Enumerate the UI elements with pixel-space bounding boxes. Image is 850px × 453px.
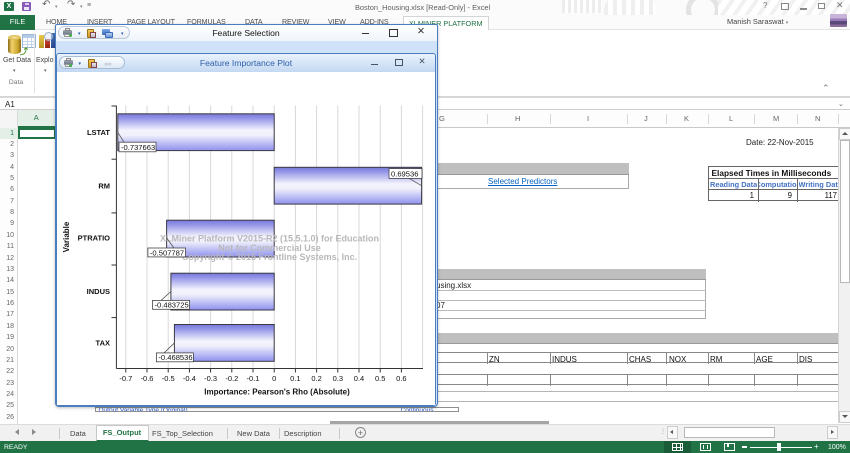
svg-text:0.3: 0.3 bbox=[333, 374, 343, 383]
svg-text:-0.6: -0.6 bbox=[141, 374, 154, 383]
svg-text:-0.737663: -0.737663 bbox=[121, 143, 155, 152]
svg-text:0.6: 0.6 bbox=[396, 374, 406, 383]
svg-text:-0.507787: -0.507787 bbox=[150, 248, 184, 257]
svg-text:-0.5: -0.5 bbox=[162, 374, 175, 383]
svg-text:-0.7: -0.7 bbox=[119, 374, 132, 383]
svg-text:-0.4: -0.4 bbox=[183, 374, 196, 383]
svg-text:-0.483725: -0.483725 bbox=[155, 301, 189, 310]
svg-text:0.69536: 0.69536 bbox=[391, 169, 418, 178]
svg-text:Variable: Variable bbox=[62, 221, 71, 252]
svg-text:-0.468536: -0.468536 bbox=[158, 353, 192, 362]
svg-text:Importance: Pearson's Rho (Abs: Importance: Pearson's Rho (Absolute) bbox=[204, 388, 350, 397]
svg-text:-0.3: -0.3 bbox=[204, 374, 217, 383]
svg-text:RM: RM bbox=[98, 182, 110, 191]
svg-text:Copyright © 2015 Frontline Sys: Copyright © 2015 Frontline Systems, Inc. bbox=[182, 252, 357, 262]
svg-text:-0.1: -0.1 bbox=[247, 374, 260, 383]
svg-text:TAX: TAX bbox=[96, 339, 110, 348]
svg-text:0.4: 0.4 bbox=[354, 374, 364, 383]
svg-text:0.5: 0.5 bbox=[375, 374, 385, 383]
svg-text:-0.2: -0.2 bbox=[225, 374, 238, 383]
svg-text:0.2: 0.2 bbox=[311, 374, 321, 383]
svg-text:INDUS: INDUS bbox=[87, 287, 110, 296]
svg-text:PTRATIO: PTRATIO bbox=[78, 234, 111, 243]
svg-text:0: 0 bbox=[272, 374, 276, 383]
svg-text:0.1: 0.1 bbox=[290, 374, 300, 383]
svg-text:LSTAT: LSTAT bbox=[87, 128, 110, 137]
